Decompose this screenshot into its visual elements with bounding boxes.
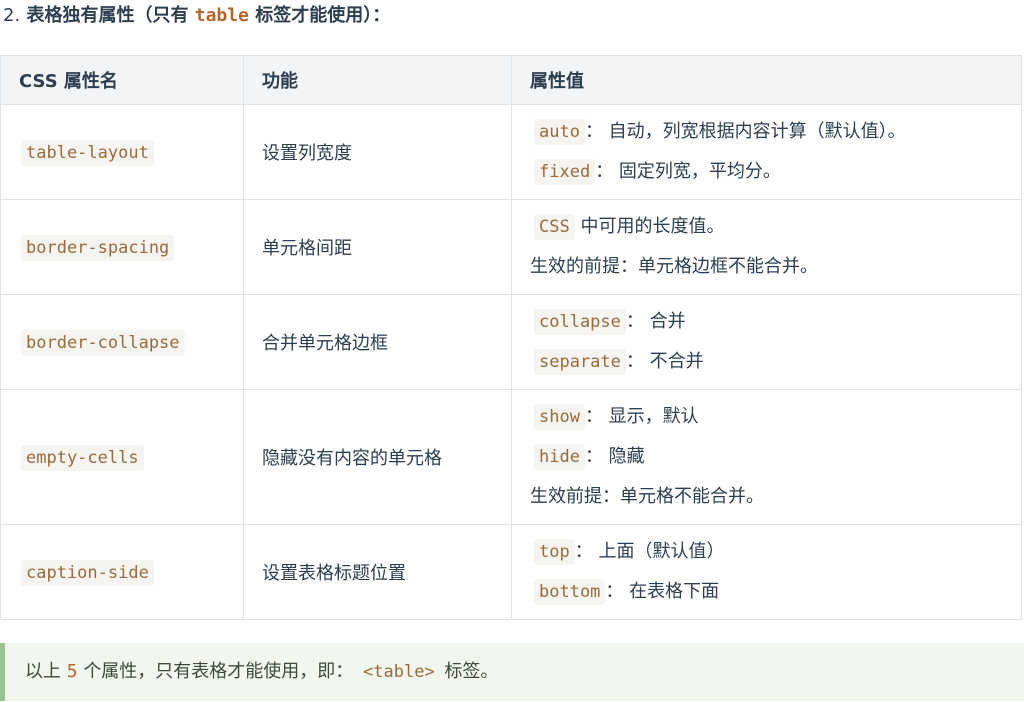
property-name-cell: border-spacing: [0, 199, 244, 295]
values-cell: show： 显示，默认 hide： 隐藏 生效前提：单元格不能合并。: [511, 389, 1022, 525]
value-text: ： 固定列宽，平均分。: [595, 161, 781, 182]
tip-text-after: 标签。: [444, 661, 499, 682]
values-cell: auto： 自动，列宽根据内容计算（默认值）。 fixed： 固定列宽，平均分。: [511, 104, 1022, 200]
value-text: ： 上面（默认值）: [574, 541, 725, 562]
table-row: empty-cells 隐藏没有内容的单元格 show： 显示，默认 hide：…: [0, 389, 1022, 525]
header-function: 功能: [243, 55, 512, 105]
value-line: 生效前提：单元格不能合并。: [530, 477, 1003, 517]
property-name: caption-side: [21, 559, 154, 586]
property-name: empty-cells: [21, 444, 144, 471]
value-text: 生效的前提：单元格边框不能合并。: [530, 256, 818, 277]
value-text: ： 显示，默认: [584, 406, 699, 427]
value-code: CSS: [534, 214, 575, 240]
value-line: collapse： 合并: [530, 302, 1003, 342]
value-text: 中可用的长度值。: [580, 216, 725, 237]
value-line: 生效的前提：单元格边框不能合并。: [530, 247, 1003, 287]
values-cell: top： 上面（默认值） bottom： 在表格下面: [511, 524, 1022, 620]
function-cell: 合并单元格边框: [243, 294, 512, 390]
heading-code: table: [194, 5, 249, 26]
function-cell: 隐藏没有内容的单元格: [243, 389, 512, 525]
value-code: top: [534, 539, 575, 565]
values-cell: collapse： 合并 separate： 不合并: [511, 294, 1022, 390]
heading-text-after: 标签才能使用）：: [255, 5, 391, 26]
value-text: ： 合并: [625, 311, 686, 332]
value-code: show: [534, 404, 585, 430]
value-text: 生效前提：单元格不能合并。: [530, 486, 764, 507]
value-code: bottom: [534, 579, 606, 605]
properties-table: CSS 属性名 功能 属性值 table-layout 设置列宽度 auto： …: [0, 55, 1022, 620]
property-name: border-collapse: [21, 329, 185, 356]
table-header-row: CSS 属性名 功能 属性值: [0, 55, 1022, 105]
function-cell: 设置表格标题位置: [243, 524, 512, 620]
value-code: collapse: [534, 309, 626, 335]
heading-text-before: 表格独有属性（只有: [26, 5, 189, 26]
tip-count: 5: [66, 661, 78, 682]
table-row: border-collapse 合并单元格边框 collapse： 合并 sep…: [0, 294, 1022, 390]
value-text: ： 在表格下面: [605, 581, 720, 602]
table-row: caption-side 设置表格标题位置 top： 上面（默认值） botto…: [0, 524, 1022, 620]
value-line: show： 显示，默认: [530, 397, 1003, 437]
value-text: ： 隐藏: [584, 446, 645, 467]
section-heading: 2. 表格独有属性（只有 table 标签才能使用）：: [3, 2, 390, 30]
value-line: separate： 不合并: [530, 342, 1003, 382]
value-line: hide： 隐藏: [530, 437, 1003, 477]
table-row: border-spacing 单元格间距 CSS 中可用的长度值。 生效的前提：…: [0, 199, 1022, 295]
value-line: fixed： 固定列宽，平均分。: [530, 152, 1003, 192]
tip-text-middle: 个属性，只有表格才能使用，即：: [83, 661, 354, 682]
property-name-cell: empty-cells: [0, 389, 244, 525]
value-code: hide: [534, 444, 585, 470]
value-code: fixed: [534, 159, 596, 185]
value-line: auto： 自动，列宽根据内容计算（默认值）。: [530, 112, 1003, 152]
function-cell: 设置列宽度: [243, 104, 512, 200]
table-row: table-layout 设置列宽度 auto： 自动，列宽根据内容计算（默认值…: [0, 104, 1022, 200]
value-line: top： 上面（默认值）: [530, 532, 1003, 572]
property-name-cell: border-collapse: [0, 294, 244, 390]
value-code: separate: [534, 349, 626, 375]
property-name: table-layout: [21, 139, 154, 166]
tip-text-before: 以上: [25, 661, 61, 682]
tip-callout: 以上 5 个属性，只有表格才能使用，即： <table> 标签。: [0, 643, 1024, 701]
section-number: 2.: [3, 5, 21, 26]
function-cell: 单元格间距: [243, 199, 512, 295]
tip-code: <table>: [363, 662, 435, 682]
property-name-cell: table-layout: [0, 104, 244, 200]
property-name-cell: caption-side: [0, 524, 244, 620]
value-text: ： 不合并: [625, 351, 704, 372]
value-text: ： 自动，列宽根据内容计算（默认值）。: [584, 121, 906, 142]
value-code: auto: [534, 119, 585, 145]
header-property-name: CSS 属性名: [0, 55, 244, 105]
value-line: CSS 中可用的长度值。: [530, 207, 1003, 247]
value-line: bottom： 在表格下面: [530, 572, 1003, 612]
property-name: border-spacing: [21, 234, 175, 261]
values-cell: CSS 中可用的长度值。 生效的前提：单元格边框不能合并。: [511, 199, 1022, 295]
header-property-values: 属性值: [511, 55, 1022, 105]
